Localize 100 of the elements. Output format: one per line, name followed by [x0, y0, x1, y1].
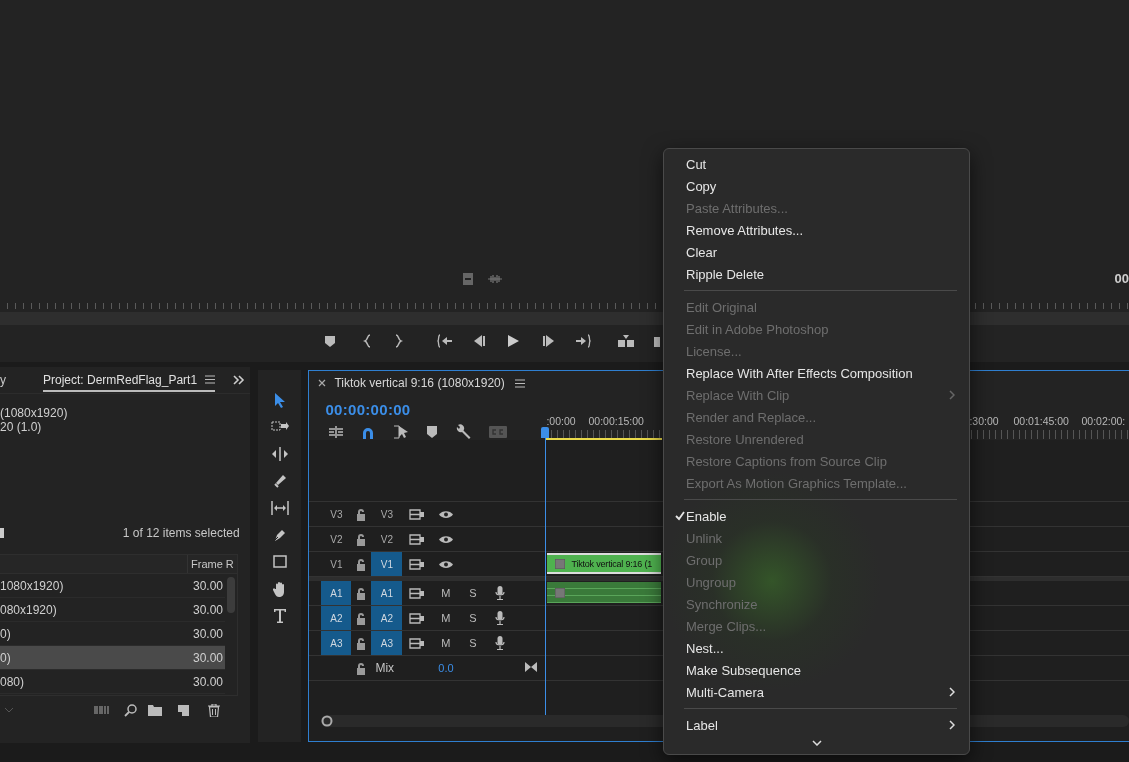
insert-icon[interactable]	[617, 333, 635, 348]
marker-icon[interactable]	[324, 333, 336, 348]
arrow-cursor-icon[interactable]	[272, 391, 287, 408]
play-icon[interactable]	[506, 333, 520, 348]
eye-icon[interactable]	[438, 534, 453, 544]
lock-icon[interactable]	[355, 586, 368, 600]
menu-item[interactable]: Multi-Camera	[664, 681, 969, 703]
bowtie-icon[interactable]	[525, 662, 538, 672]
right-bracket-icon[interactable]	[395, 333, 403, 348]
lock-icon[interactable]	[355, 611, 368, 625]
track-label[interactable]: V3	[321, 502, 352, 526]
sync-lock-icon[interactable]	[409, 637, 426, 649]
lock-icon[interactable]	[355, 532, 368, 546]
pen-icon[interactable]	[272, 527, 287, 542]
hand-icon[interactable]	[272, 580, 287, 597]
left-bracket-icon[interactable]	[363, 333, 371, 348]
menu-item[interactable]: Ripple Delete	[664, 263, 969, 285]
scroll-handle-icon[interactable]	[321, 715, 334, 727]
search-icon[interactable]	[124, 703, 137, 717]
audio-clip[interactable]	[547, 582, 662, 603]
track-label[interactable]: A2	[371, 606, 403, 630]
microphone-icon[interactable]	[494, 586, 505, 600]
text-tool-icon[interactable]	[273, 608, 286, 623]
track-label[interactable]: V3	[371, 502, 403, 526]
step-forward-icon[interactable]	[542, 333, 556, 348]
track-label[interactable]: V2	[371, 527, 403, 551]
menu-item[interactable]: Enable	[664, 505, 969, 527]
menu-item[interactable]: Label	[664, 714, 969, 736]
track-label[interactable]: A1	[321, 581, 352, 605]
rectangle-icon[interactable]	[272, 555, 287, 568]
solo-toggle[interactable]: S	[469, 612, 477, 624]
menu-item[interactable]: Replace With After Effects Composition	[664, 362, 969, 384]
microphone-icon[interactable]	[494, 636, 505, 650]
solo-toggle[interactable]: S	[469, 637, 477, 649]
sync-lock-icon[interactable]	[409, 612, 426, 624]
insert-nest-icon[interactable]	[329, 426, 344, 438]
track-label[interactable]: V1	[321, 552, 352, 576]
lock-icon[interactable]	[355, 557, 368, 571]
microphone-icon[interactable]	[494, 611, 505, 625]
step-back-icon[interactable]	[472, 333, 486, 348]
chevrons-right-icon[interactable]	[232, 375, 245, 385]
sync-lock-icon[interactable]	[409, 587, 426, 599]
sync-lock-icon[interactable]	[409, 558, 426, 570]
menu-item[interactable]: Cut	[664, 153, 969, 175]
marker-icon[interactable]	[427, 426, 438, 438]
list-row[interactable]: 0) 30.00	[0, 646, 225, 670]
track-label[interactable]: A2	[321, 606, 352, 630]
mute-toggle[interactable]: M	[441, 637, 451, 649]
slider-thumb-icon[interactable]	[0, 528, 4, 538]
new-item-icon[interactable]	[178, 704, 189, 716]
skip-forward-icon[interactable]	[575, 333, 591, 348]
track-label[interactable]: A1	[371, 581, 403, 605]
eye-icon[interactable]	[438, 509, 453, 519]
track-label[interactable]: V1	[371, 552, 403, 576]
menu-icon[interactable]	[205, 375, 216, 384]
track-select-icon[interactable]	[270, 420, 289, 433]
mute-toggle[interactable]: M	[441, 612, 451, 624]
menu-icon[interactable]	[514, 378, 525, 388]
trash-icon[interactable]	[208, 703, 220, 717]
list-row[interactable]: 080) 30.00	[0, 670, 225, 694]
solo-toggle[interactable]: S	[469, 587, 477, 599]
track-label[interactable]: V2	[321, 527, 352, 551]
track-label[interactable]: A3	[371, 631, 403, 655]
menu-item[interactable]: Make Subsequence	[664, 659, 969, 681]
razor-icon[interactable]	[272, 473, 287, 488]
sequence-tab[interactable]: Tiktok vertical 9:16 (1080x1920)	[334, 376, 505, 390]
fx-icon	[555, 558, 566, 569]
track-label[interactable]: A3	[321, 631, 352, 655]
linked-selection-icon[interactable]	[393, 425, 410, 439]
magnet-icon[interactable]	[361, 425, 376, 439]
scrollbar[interactable]	[227, 577, 235, 613]
panel-tab[interactable]: y	[0, 373, 8, 387]
timecode[interactable]: 00:00:00:00	[325, 401, 546, 418]
eye-icon[interactable]	[438, 559, 453, 569]
lock-icon[interactable]	[355, 661, 368, 675]
lock-icon[interactable]	[355, 636, 368, 650]
panel-tab[interactable]: Project: DermRedFlag_Part1	[43, 368, 216, 392]
sync-lock-icon[interactable]	[409, 533, 426, 545]
list-row[interactable]: 080x1920) 30.00	[0, 598, 225, 622]
menu-item[interactable]: Nest...	[664, 637, 969, 659]
column-header[interactable]: Frame R	[187, 555, 237, 573]
ripple-edit-icon[interactable]	[270, 446, 289, 461]
skip-back-icon[interactable]	[437, 333, 453, 348]
waveform-icon[interactable]	[488, 274, 502, 284]
video-clip[interactable]: Tiktok vertical 9:16 (1	[547, 553, 662, 574]
folder-icon[interactable]	[148, 704, 162, 716]
lock-icon[interactable]	[355, 507, 368, 521]
list-view-icon[interactable]	[94, 706, 110, 714]
wrench-icon[interactable]	[455, 424, 472, 440]
mute-toggle[interactable]: M	[441, 587, 451, 599]
playhead[interactable]	[541, 427, 551, 716]
close-icon[interactable]	[318, 379, 327, 387]
list-row[interactable]: 1080x1920) 30.00	[0, 574, 225, 598]
film-icon[interactable]	[462, 272, 474, 286]
mix-value[interactable]: 0.0	[438, 662, 454, 674]
menu-item[interactable]: Clear	[664, 241, 969, 263]
sync-lock-icon[interactable]	[409, 508, 426, 520]
slip-icon[interactable]	[270, 500, 289, 515]
menu-item[interactable]: Remove Attributes...	[664, 219, 969, 241]
menu-item[interactable]: Copy	[664, 175, 969, 197]
